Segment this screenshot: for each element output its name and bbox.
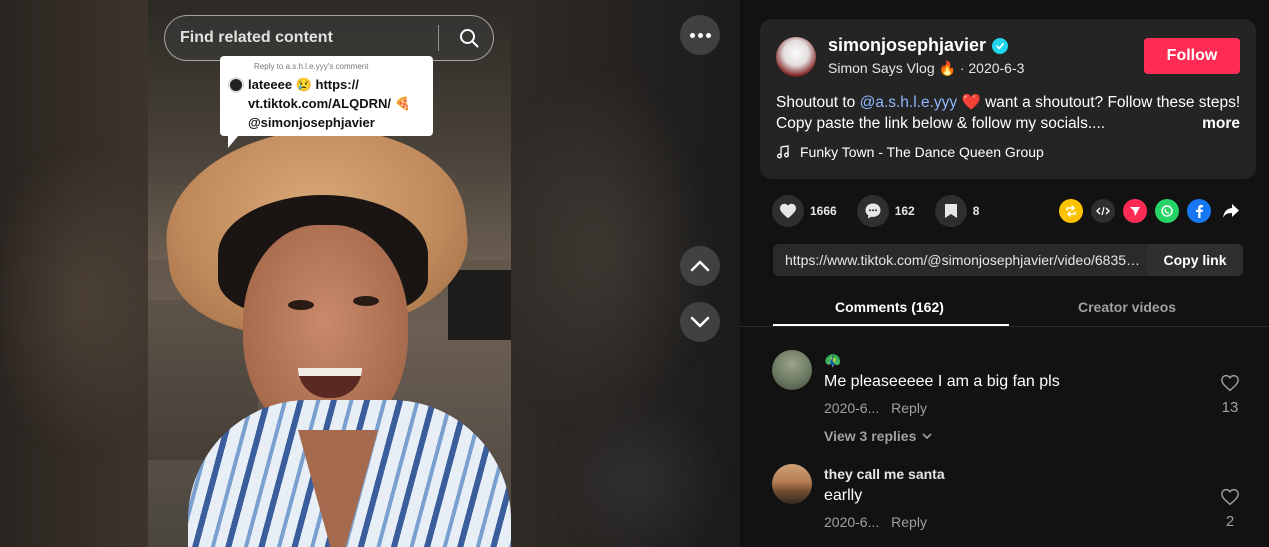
post-date: · 2020-6-3	[959, 60, 1025, 76]
video-subject-eye	[353, 296, 379, 306]
comment-date: 2020-6...	[824, 514, 880, 530]
embed-icon[interactable]	[1091, 199, 1115, 223]
reply-button[interactable]: Reply	[891, 400, 927, 416]
panel-tabs: Comments (162) Creator videos	[740, 287, 1269, 327]
video-subject-eye	[288, 300, 314, 310]
comment-like[interactable]: 2	[1218, 488, 1242, 530]
author-nickname: Simon Says Vlog 🔥	[828, 60, 956, 76]
bookmark-icon	[944, 204, 957, 218]
comment-like-count: 2	[1225, 513, 1235, 530]
save-button[interactable]	[934, 195, 967, 227]
tab-comments[interactable]: Comments (162)	[835, 299, 944, 315]
author-subtitle: Simon Says Vlog 🔥 · 2020-6-3	[828, 60, 1024, 77]
more-options-button[interactable]	[680, 15, 720, 55]
reply-button[interactable]: Reply	[891, 514, 927, 530]
video-detail-panel: simonjosephjavier Simon Says Vlog 🔥 · 20…	[740, 0, 1269, 547]
chevron-up-icon	[690, 260, 710, 272]
description-mention-link[interactable]: @a.s.h.l.e.yyy	[860, 94, 958, 111]
heart-outline-icon[interactable]	[1220, 488, 1240, 506]
music-link[interactable]: Funky Town - The Dance Queen Group	[776, 144, 1044, 160]
author-username[interactable]: simonjosephjavier	[828, 35, 986, 56]
video-info-card: simonjosephjavier Simon Says Vlog 🔥 · 20…	[760, 19, 1256, 179]
comment-like[interactable]: 13	[1218, 374, 1242, 416]
view-replies-button[interactable]: View 3 replies	[824, 428, 932, 444]
reply-sticker-header: Reply to a.s.h.l.e.yyy's comment	[254, 62, 369, 71]
video-scene-tv	[448, 270, 511, 340]
like-count: 1666	[810, 204, 837, 218]
find-related-search	[164, 15, 494, 61]
whatsapp-icon[interactable]	[1155, 199, 1179, 223]
video-link-url[interactable]: https://www.tiktok.com/@simonjosephjavie…	[773, 252, 1147, 268]
comment-date: 2020-6...	[824, 400, 880, 416]
view-replies-label[interactable]: View 3 replies	[824, 428, 916, 444]
reply-sticker-line: @simonjosephjavier	[248, 115, 375, 130]
description-more-button[interactable]: more	[1196, 113, 1240, 134]
comment-text: earlly	[824, 487, 863, 504]
previous-video-button[interactable]	[680, 246, 720, 286]
reply-sticker-text: lateeee 😢 https:// vt.tiktok.com/ALQDRN/…	[248, 75, 411, 132]
facebook-icon[interactable]	[1187, 199, 1211, 223]
more-dot-icon	[705, 32, 711, 38]
comment-count: 162	[894, 204, 915, 218]
more-dot-icon	[689, 32, 695, 38]
chevron-down-icon	[922, 433, 932, 440]
follow-button[interactable]: Follow	[1144, 38, 1240, 74]
search-button[interactable]	[451, 20, 487, 56]
comment-like-count: 13	[1221, 399, 1239, 416]
video-link-bar: https://www.tiktok.com/@simonjosephjavie…	[773, 244, 1243, 276]
commenter-avatar[interactable]	[772, 350, 812, 390]
reply-comment-sticker: Reply to a.s.h.l.e.yyy's comment lateeee…	[220, 56, 433, 148]
comment-meta: 2020-6... Reply	[824, 514, 927, 530]
save-count: 8	[972, 204, 980, 218]
music-title[interactable]: Funky Town - The Dance Queen Group	[800, 144, 1044, 160]
comment-bubble-icon	[865, 203, 881, 219]
share-arrow-icon[interactable]	[1219, 199, 1243, 223]
music-note-icon	[777, 145, 789, 159]
description-text: Shoutout to	[776, 94, 860, 111]
reply-sticker-line: lateeee 😢 https://	[248, 77, 359, 92]
comment-action[interactable]: 162	[856, 195, 915, 227]
video-player-area: Reply to a.s.h.l.e.yyy's comment lateeee…	[0, 0, 740, 547]
repost-icon[interactable]	[1059, 199, 1083, 223]
author-username-row[interactable]: simonjosephjavier	[828, 35, 1009, 56]
video-actions: 1666 162 8	[772, 195, 999, 227]
commenter-username[interactable]: 🦚	[824, 352, 841, 369]
reply-sticker-avatar	[228, 77, 244, 93]
send-to-friends-icon[interactable]	[1123, 199, 1147, 223]
verified-badge-icon	[992, 37, 1009, 54]
chevron-down-icon	[690, 316, 710, 328]
commenter-avatar[interactable]	[772, 464, 812, 504]
author-avatar[interactable]	[776, 37, 816, 77]
more-dot-icon	[697, 32, 703, 38]
search-icon	[460, 29, 479, 48]
search-divider	[438, 25, 439, 51]
reply-sticker-line: vt.tiktok.com/ALQDRN/ 🍕	[248, 96, 411, 111]
like-action[interactable]: 1666	[772, 195, 837, 227]
comment-meta: 2020-6... Reply	[824, 400, 927, 416]
commenter-username[interactable]: they call me santa	[824, 466, 945, 482]
heart-emoji: ❤️	[961, 94, 981, 111]
save-action[interactable]: 8	[934, 195, 980, 227]
comment-text: Me pleaseeeee I am a big fan pls	[824, 373, 1060, 390]
copy-link-button[interactable]: Copy link	[1147, 244, 1243, 276]
video-description: Shoutout to @a.s.h.l.e.yyy ❤️ want a sho…	[776, 92, 1246, 134]
share-options	[1059, 199, 1243, 223]
search-input[interactable]	[180, 29, 438, 47]
heart-icon	[780, 203, 796, 219]
like-button[interactable]	[772, 195, 804, 227]
heart-outline-icon[interactable]	[1220, 374, 1240, 392]
active-tab-indicator	[773, 324, 1009, 326]
tab-creator-videos[interactable]: Creator videos	[1078, 299, 1176, 315]
next-video-button[interactable]	[680, 302, 720, 342]
comment-button[interactable]	[856, 195, 889, 227]
